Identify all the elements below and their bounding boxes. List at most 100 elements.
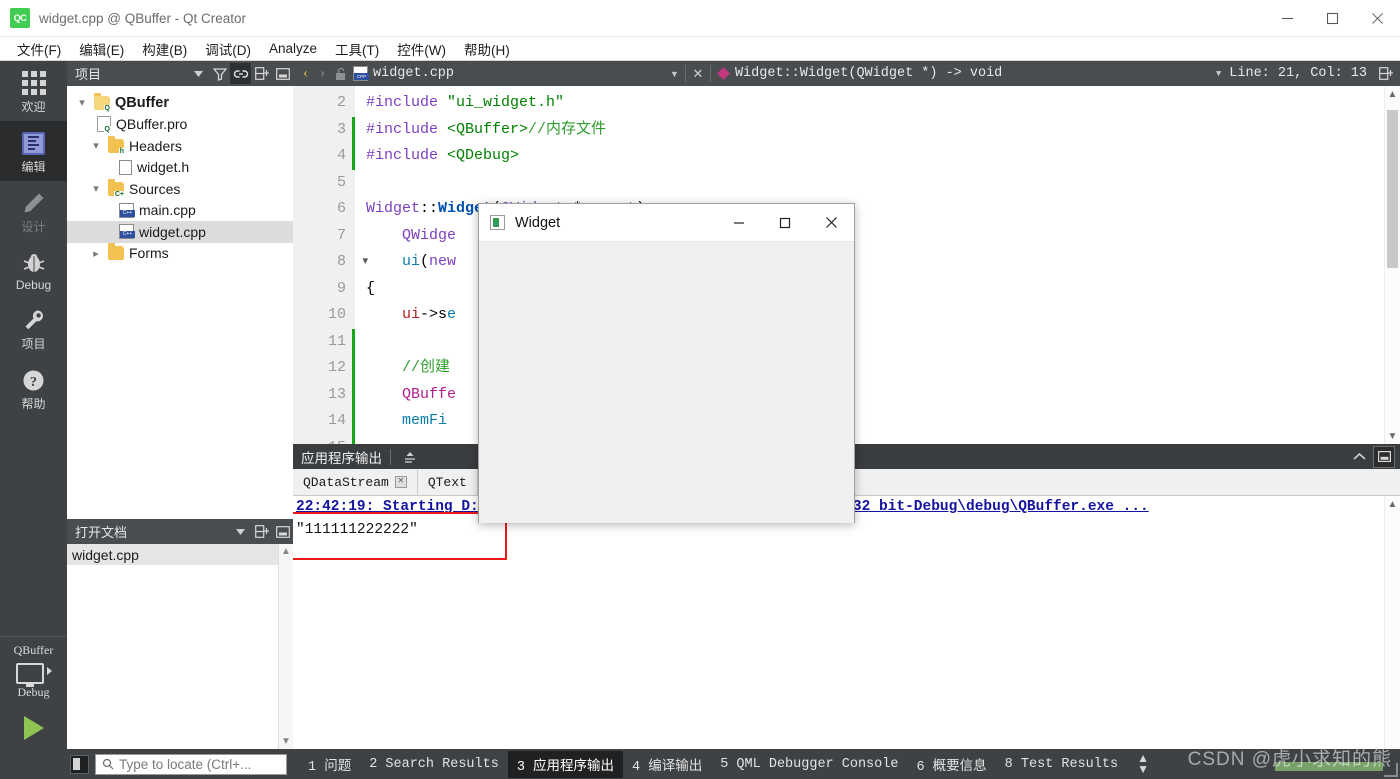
toolbar-separator (390, 448, 391, 465)
open-document-item[interactable]: widget.cpp (67, 544, 293, 565)
tree-row-headers[interactable]: ▾ h Headers (67, 135, 293, 157)
menu-tools[interactable]: 工具(T) (326, 37, 388, 61)
statusbar-item-test-results[interactable]: 8 Test Results (996, 754, 1127, 775)
tree-row-widget-cpp[interactable]: widget.cpp (67, 221, 293, 243)
chevron-right-icon[interactable]: ▸ (89, 247, 103, 260)
statusbar-item-compile-output[interactable]: 4 编译输出 (623, 751, 711, 778)
scroll-down-icon[interactable]: ▼ (1385, 428, 1400, 444)
close-icon[interactable]: ✕ (394, 476, 407, 488)
tree-row-pro-file[interactable]: Q QBuffer.pro (67, 114, 293, 136)
widget-app-window[interactable]: Widget (478, 203, 855, 523)
chevron-down-icon[interactable]: ▾ (75, 96, 89, 109)
open-documents-list[interactable]: widget.cpp ▲ ▼ (67, 544, 293, 749)
chevron-down-icon[interactable]: ▾ (89, 182, 103, 195)
resize-grip-icon[interactable] (1384, 763, 1398, 777)
navigate-back-icon[interactable]: ‹ (297, 65, 314, 82)
tree-row-forms[interactable]: ▸ Forms (67, 243, 293, 265)
menu-file[interactable]: 文件(F) (8, 37, 70, 61)
run-button[interactable] (23, 716, 44, 740)
tree-label: Forms (129, 245, 169, 262)
locator-placeholder: Type to locate (Ctrl+... (119, 756, 252, 772)
chevron-down-icon[interactable]: ▼ (1216, 69, 1221, 79)
menu-analyze[interactable]: Analyze (260, 39, 326, 58)
chevron-down-icon[interactable]: ▾ (89, 139, 103, 152)
maximize-pane-icon[interactable] (1348, 446, 1370, 468)
link-icon[interactable] (230, 63, 251, 84)
scrollbar-thumb[interactable] (1387, 110, 1398, 268)
mode-welcome[interactable]: 欢迎 (0, 61, 67, 121)
editor-filename[interactable]: widget.cpp (373, 66, 454, 81)
menu-help[interactable]: 帮助(H) (455, 37, 519, 61)
scroll-down-icon[interactable]: ▼ (281, 736, 291, 747)
line-column-indicator[interactable]: ▼ Line: 21, Col: 13 (1216, 66, 1375, 81)
close-editor-icon[interactable]: ✕ (686, 66, 710, 82)
maximize-icon[interactable] (762, 204, 808, 242)
close-icon[interactable] (808, 204, 854, 242)
split-icon[interactable] (251, 63, 272, 84)
output-text-area[interactable]: 22:42:19: Starting D:\...\build-QBuffer-… (293, 496, 1400, 749)
mode-design-label: 设计 (21, 220, 46, 234)
minimize-icon[interactable] (716, 204, 762, 242)
project-tree[interactable]: ▾ Q QBuffer Q QBuffer.pro ▾ h Headers wi… (67, 86, 293, 519)
mode-design: 设计 (0, 181, 67, 241)
split-editor-icon[interactable] (1375, 63, 1396, 84)
mode-debug[interactable]: Debug (0, 241, 67, 298)
chevron-down-icon[interactable] (230, 521, 251, 542)
scroll-up-icon[interactable]: ▲ (1385, 86, 1400, 102)
tree-row-main-cpp[interactable]: main.cpp (67, 200, 293, 222)
stop-on-output-icon[interactable] (399, 446, 421, 468)
output-tab-qdatastream[interactable]: QDataStream ✕ (293, 469, 418, 495)
statusbar-item-application-output[interactable]: 3 应用程序输出 (507, 750, 624, 778)
chevron-down-icon[interactable] (188, 63, 209, 84)
pro-file-icon: Q (97, 116, 111, 134)
filter-icon[interactable] (209, 63, 230, 84)
target-selector[interactable] (15, 658, 52, 687)
chevron-down-icon[interactable]: ▼ (664, 69, 685, 79)
tree-row-sources[interactable]: ▾ C+ Sources (67, 178, 293, 200)
menu-debug[interactable]: 调试(D) (196, 37, 260, 61)
cpp-file-icon (119, 202, 135, 218)
statusbar-item-search-results[interactable]: 2 Search Results (360, 754, 508, 775)
statusbar-item-qml-debugger-console[interactable]: 5 QML Debugger Console (711, 754, 907, 775)
minimize-icon[interactable] (1265, 0, 1310, 37)
pane-updown-icon[interactable]: ▲ ▼ (1127, 752, 1159, 775)
statusbar-item-issues[interactable]: 1 问题 (299, 751, 360, 778)
run-config-label[interactable]: Debug (18, 685, 50, 700)
maximize-icon[interactable] (1310, 0, 1355, 37)
menu-edit[interactable]: 编辑(E) (70, 37, 133, 61)
mode-edit-label: 编辑 (21, 160, 46, 174)
line-number: 2 (336, 94, 346, 111)
close-icon[interactable] (1355, 0, 1400, 37)
menu-widgets[interactable]: 控件(W) (388, 37, 455, 61)
mode-edit[interactable]: 编辑 (0, 121, 67, 181)
menu-build[interactable]: 构建(B) (133, 37, 196, 61)
mode-projects[interactable]: 项目 (0, 298, 67, 358)
fold-chevron-down-icon[interactable]: ▾ (362, 249, 368, 276)
editor-symbol-selector[interactable]: Widget::Widget(QWidget *) -> void (735, 66, 1002, 81)
question-icon: ? (22, 367, 45, 393)
navigate-forward-icon[interactable]: › (314, 65, 331, 82)
scroll-up-icon[interactable]: ▲ (281, 546, 291, 557)
output-tab-qtext[interactable]: QText (418, 469, 478, 495)
mode-help[interactable]: ? 帮助 (0, 358, 67, 418)
close-pane-icon[interactable] (1373, 445, 1395, 468)
run-kit-label[interactable]: QBuffer (14, 643, 54, 658)
mode-selector-bar: 欢迎 编辑 设计 Debug 项目 ? 帮助 QBuffer Debug (0, 61, 67, 774)
open-documents-scrollbar[interactable]: ▲ ▼ (278, 544, 293, 749)
statusbar: Type to locate (Ctrl+... 1 问题 2 Search R… (0, 749, 1400, 779)
code-line: #include "ui_widget.h" (366, 90, 1400, 117)
tree-row-project[interactable]: ▾ Q QBuffer (67, 92, 293, 114)
code-token: new (429, 253, 457, 270)
statusbar-item-general-messages[interactable]: 6 概要信息 (907, 751, 995, 778)
split-icon[interactable] (251, 521, 272, 542)
tree-row-widget-h[interactable]: widget.h (67, 157, 293, 179)
locator-input[interactable]: Type to locate (Ctrl+... (95, 753, 287, 775)
scroll-up-icon[interactable]: ▲ (1385, 496, 1400, 512)
close-panel-icon[interactable] (272, 63, 293, 84)
unlocked-icon[interactable] (331, 67, 351, 81)
close-panel-icon[interactable] (272, 521, 293, 542)
code-token: ( (420, 253, 430, 270)
output-vertical-scrollbar[interactable]: ▲ (1384, 496, 1400, 749)
editor-vertical-scrollbar[interactable]: ▲ ▼ (1384, 86, 1400, 444)
toggle-sidebar-icon[interactable] (70, 754, 89, 774)
